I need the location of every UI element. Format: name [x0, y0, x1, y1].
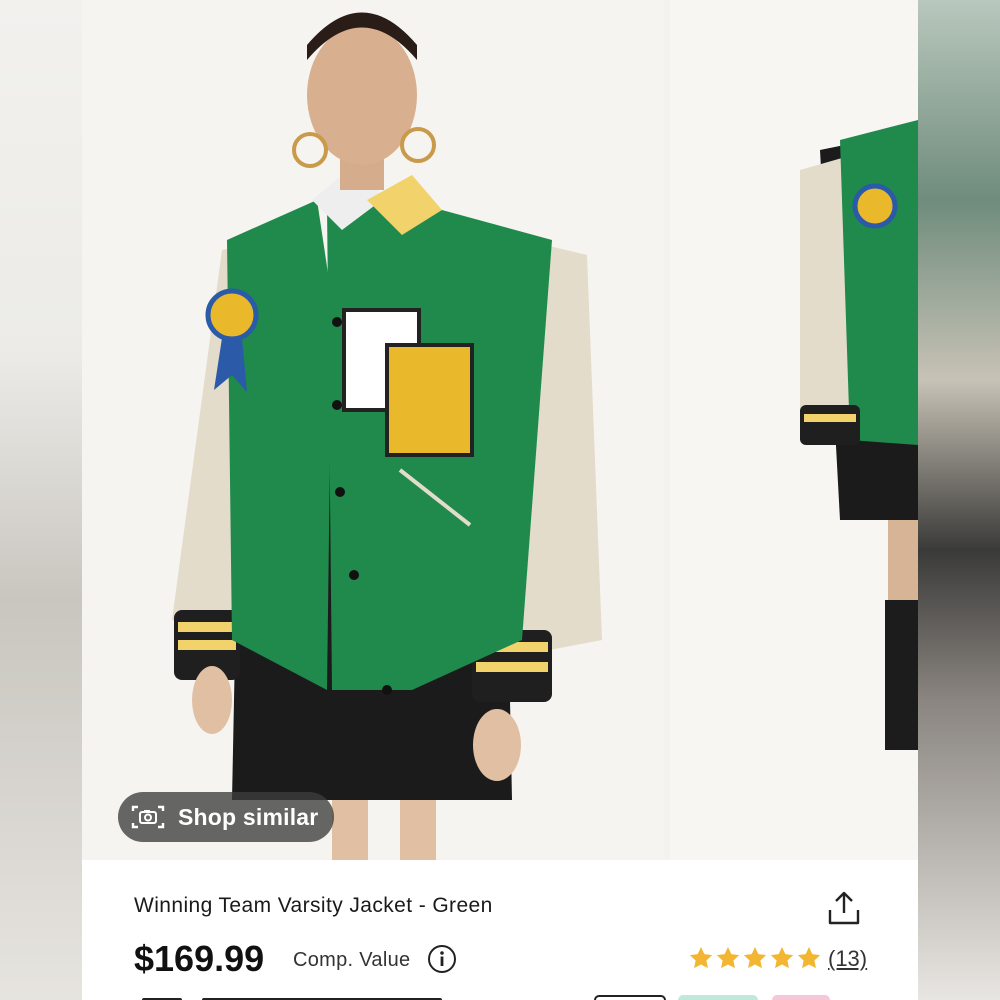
review-count-link[interactable]: (13): [828, 946, 867, 972]
rating-stars[interactable]: [688, 945, 822, 971]
product-photo-main[interactable]: [82, 0, 664, 860]
model-illustration: [82, 0, 664, 860]
camera-icon: [131, 805, 165, 829]
cutoff-button: [594, 995, 666, 1000]
star-icon: [743, 946, 767, 969]
star-icon: [797, 946, 821, 969]
cutoff-badge: [772, 995, 830, 1000]
shop-similar-button[interactable]: Shop similar: [118, 792, 334, 842]
product-info: Winning Team Varsity Jacket - Green $169…: [82, 860, 918, 1000]
star-icon: [689, 946, 713, 969]
info-icon[interactable]: [427, 944, 457, 974]
backdrop-right: [918, 0, 1000, 1000]
comp-value-label: Comp. Value: [293, 949, 411, 971]
shop-similar-label: Shop similar: [178, 803, 319, 830]
product-page: Shop similar Winning Team Varsity Jacket…: [82, 0, 918, 1000]
backdrop-left: [0, 0, 82, 1000]
star-icon: [716, 946, 740, 969]
promo-line-cutoff: [82, 992, 918, 1000]
product-price: $169.99: [134, 938, 265, 979]
star-icon: [770, 946, 794, 969]
product-photo-next[interactable]: [670, 0, 918, 860]
product-title: Winning Team Varsity Jacket - Green: [134, 894, 493, 917]
product-gallery[interactable]: Shop similar: [82, 0, 918, 860]
share-icon[interactable]: [824, 888, 864, 928]
model-illustration-side: [670, 0, 918, 860]
cutoff-badge: [678, 995, 758, 1000]
